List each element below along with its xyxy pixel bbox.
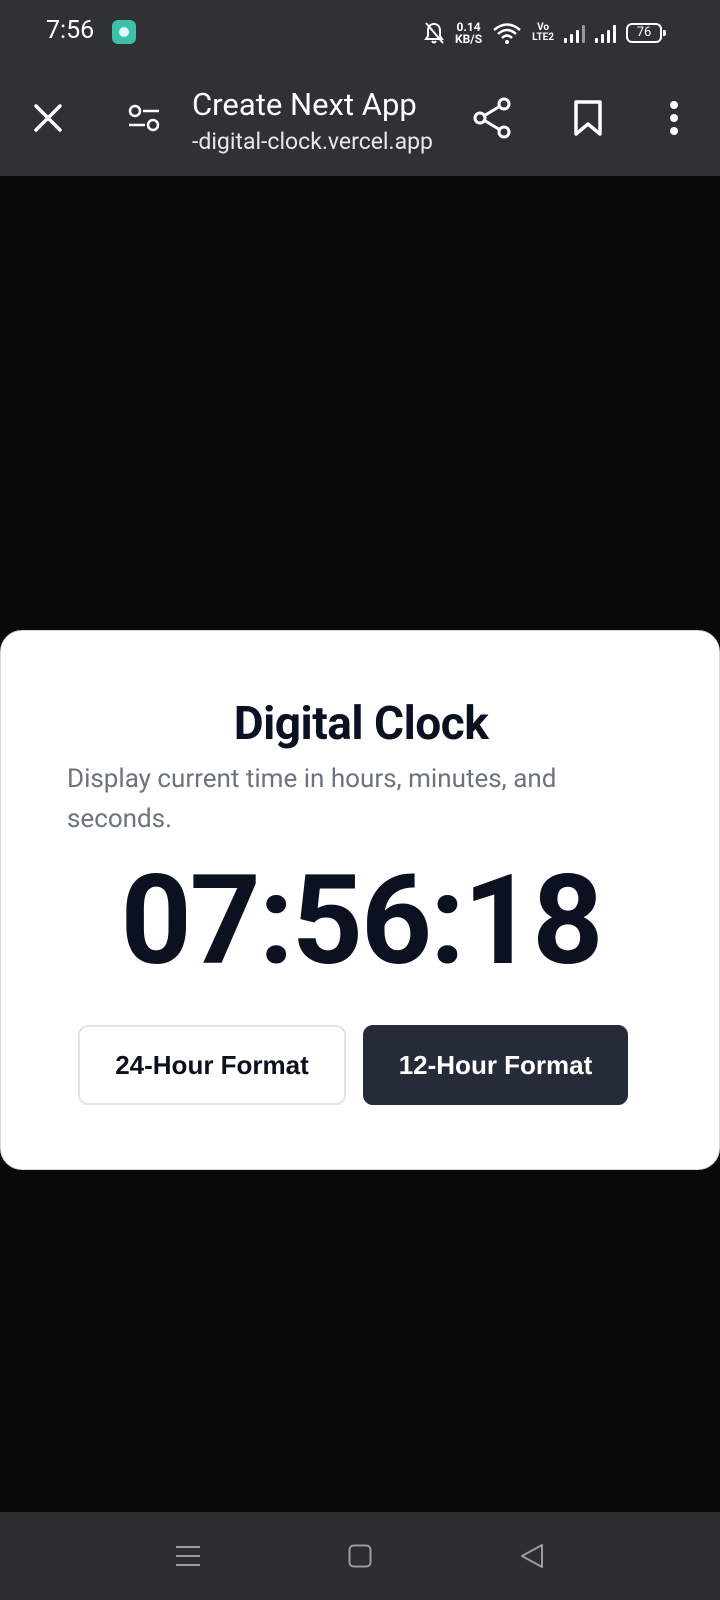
more-vert-icon [670, 101, 678, 135]
clock-card: Digital Clock Display current time in ho… [0, 630, 720, 1170]
back-triangle-icon [521, 1544, 543, 1568]
close-button[interactable] [20, 90, 76, 146]
share-button[interactable] [464, 90, 520, 146]
card-description: Display current time in hours, minutes, … [67, 764, 557, 834]
net-speed-unit: KB/S [455, 32, 483, 46]
signal-1-icon [564, 23, 585, 43]
status-time: 7:56 [46, 16, 95, 45]
home-square-icon [348, 1544, 372, 1568]
volte-bottom: LTE2 [532, 32, 554, 43]
bell-off-icon [424, 22, 444, 44]
12-hour-format-button[interactable]: 12-Hour Format [363, 1025, 628, 1105]
tune-icon [128, 104, 160, 132]
more-menu-button[interactable] [646, 90, 702, 146]
bookmark-button[interactable] [560, 90, 616, 146]
site-settings-button[interactable] [116, 90, 172, 146]
wifi-icon [493, 23, 521, 44]
card-title: Digital Clock [233, 697, 489, 751]
home-button[interactable] [330, 1530, 390, 1582]
signal-2-icon [595, 23, 616, 43]
status-indicators: 0.14 KB/S Vo LTE2 76 [423, 18, 666, 48]
page-url[interactable]: -digital-clock.vercel.app [192, 128, 433, 155]
page-title: Create Next App [192, 86, 417, 123]
close-icon [34, 104, 62, 132]
back-button[interactable] [502, 1530, 562, 1582]
status-bar: 7:56 0.14 KB/S Vo LTE2 76 [0, 0, 720, 62]
menu-lines-icon [176, 1546, 200, 1566]
share-icon [473, 97, 511, 139]
system-nav-bar [0, 1512, 720, 1600]
browser-toolbar: Create Next App -digital-clock.vercel.ap… [0, 62, 720, 176]
app-notification-icon [112, 20, 136, 44]
volte-indicator: Vo LTE2 [532, 23, 554, 43]
24-hour-format-button[interactable]: 24-Hour Format [78, 1025, 346, 1105]
recents-button[interactable] [158, 1530, 218, 1582]
clock-time: 07:56:18 [120, 849, 604, 994]
battery-icon: 76 [626, 23, 666, 43]
bookmark-icon [574, 100, 602, 136]
network-speed: 0.14 KB/S [455, 21, 482, 45]
